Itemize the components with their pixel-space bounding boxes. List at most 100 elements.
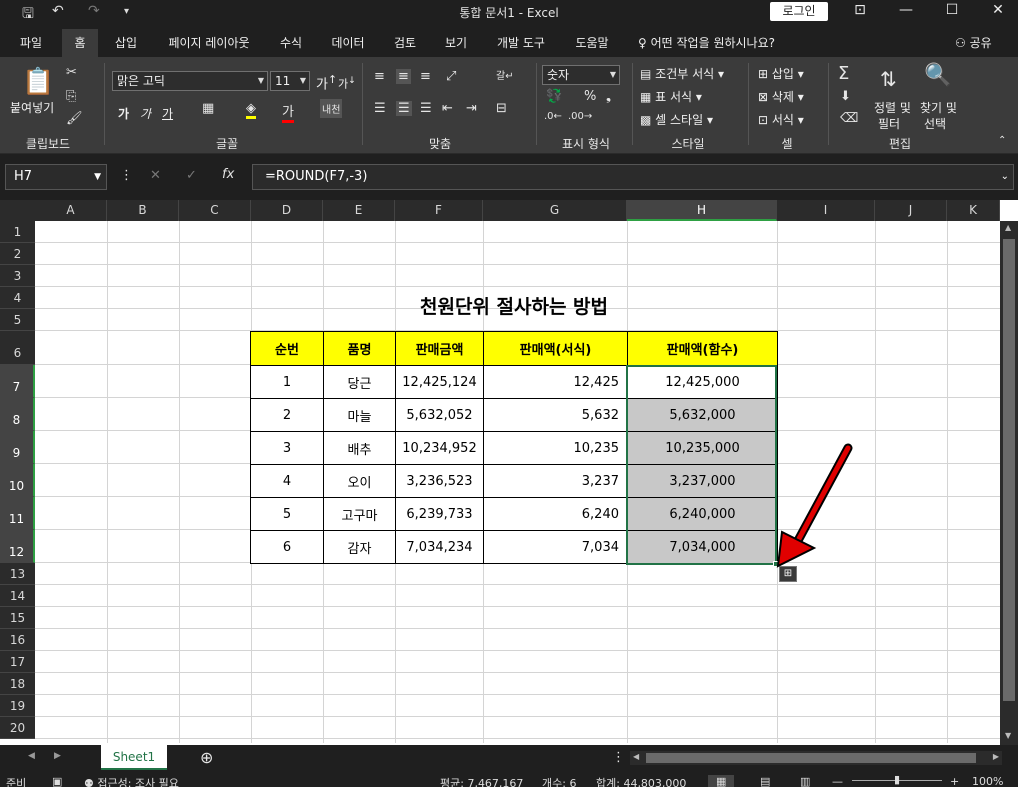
sort-filter-button[interactable]: 정렬 및	[874, 99, 911, 116]
insert-function-icon[interactable]: fx	[222, 167, 234, 182]
column-header-f[interactable]: F	[395, 200, 483, 221]
row-header[interactable]: 2	[0, 243, 35, 265]
cut-icon[interactable]: ✂	[66, 65, 77, 80]
align-bottom-icon[interactable]: ≡	[420, 69, 431, 84]
format-as-table-button[interactable]: ▦ 표 서식 ▾	[640, 88, 702, 105]
minimize-icon[interactable]: —	[886, 2, 926, 18]
more-icon[interactable]: ⋮	[120, 168, 133, 183]
row-header[interactable]: 15	[0, 607, 35, 629]
table-header-item[interactable]: 품명	[323, 331, 396, 366]
tab-data[interactable]: 데이터	[321, 29, 375, 57]
column-header-c[interactable]: C	[179, 200, 251, 221]
table-cell[interactable]: 감자	[323, 530, 396, 564]
paste-icon[interactable]: 📋	[22, 67, 54, 97]
row-header[interactable]: 5	[0, 309, 35, 331]
close-icon[interactable]: ✕	[978, 2, 1018, 18]
fill-color-icon[interactable]: ◈	[246, 101, 256, 119]
row-header[interactable]: 4	[0, 287, 35, 309]
row-header[interactable]: 19	[0, 695, 35, 717]
share-button[interactable]: ⚇ 공유	[955, 29, 992, 57]
sheet-tab-sheet1[interactable]: Sheet1	[101, 745, 167, 770]
tab-help[interactable]: 도움말	[564, 29, 620, 57]
select-all-corner[interactable]	[0, 200, 35, 221]
scroll-down-icon[interactable]: ▼	[1005, 731, 1011, 740]
column-header-j[interactable]: J	[875, 200, 947, 221]
formula-input[interactable]: =ROUND(F7,-3) ⌄	[252, 164, 1014, 190]
increase-font-icon[interactable]: 가↑	[316, 73, 337, 92]
row-header[interactable]: 7	[0, 365, 35, 398]
sort-filter-icon[interactable]: ⇅	[880, 67, 897, 91]
bold-button[interactable]: 가	[118, 105, 129, 122]
page-break-view-icon[interactable]: ▥	[800, 775, 810, 787]
row-header[interactable]: 6	[0, 331, 35, 365]
format-painter-icon[interactable]: 🖌	[66, 111, 83, 126]
column-header-g[interactable]: G	[483, 200, 627, 221]
phonetic-icon[interactable]: 내천	[320, 99, 343, 118]
tab-view[interactable]: 보기	[435, 29, 477, 57]
tab-file[interactable]: 파일	[8, 29, 54, 57]
merge-center-icon[interactable]: ⊟	[496, 101, 507, 116]
underline-button[interactable]: 가	[162, 105, 173, 122]
autosum-icon[interactable]: Σ	[838, 63, 849, 84]
font-color-icon[interactable]: 가	[282, 101, 294, 123]
table-cell[interactable]: 5,632,000	[627, 398, 778, 432]
table-cell[interactable]: 3,237	[483, 464, 628, 498]
number-format-select[interactable]: 숫자 ▼	[542, 65, 620, 85]
table-header-sales[interactable]: 판매금액	[395, 331, 484, 366]
italic-button[interactable]: 가	[140, 105, 151, 122]
column-header-k[interactable]: K	[947, 200, 1000, 221]
paste-button[interactable]: 붙여넣기	[10, 99, 54, 116]
font-name-select[interactable]: 맑은 고딕 ▼	[112, 71, 268, 91]
row-header[interactable]: 8	[0, 398, 35, 431]
scroll-thumb[interactable]	[646, 753, 976, 763]
tab-formulas[interactable]: 수식	[270, 29, 312, 57]
login-button[interactable]: 로그인	[770, 2, 828, 21]
conditional-formatting-button[interactable]: ▤ 조건부 서식 ▾	[640, 65, 724, 82]
tell-me-search[interactable]: ♀ 어떤 작업을 원하시나요?	[638, 29, 775, 57]
cancel-icon[interactable]: ✕	[150, 168, 161, 183]
row-header[interactable]: 14	[0, 585, 35, 607]
table-cell[interactable]: 4	[250, 464, 324, 498]
increase-indent-icon[interactable]: ⇥	[466, 101, 477, 116]
table-cell[interactable]: 배추	[323, 431, 396, 465]
table-cell[interactable]: 5,632	[483, 398, 628, 432]
row-header[interactable]: 3	[0, 265, 35, 287]
row-header[interactable]: 9	[0, 431, 35, 464]
comma-style-icon[interactable]: ❟	[606, 89, 611, 104]
normal-view-icon[interactable]: ▦	[708, 775, 735, 787]
table-cell[interactable]: 6,239,733	[395, 497, 484, 531]
borders-icon[interactable]: ▦	[202, 101, 214, 116]
table-cell[interactable]: 3,237,000	[627, 464, 778, 498]
scroll-thumb[interactable]	[1003, 239, 1015, 701]
table-cell[interactable]: 6,240	[483, 497, 628, 531]
scroll-up-icon[interactable]: ▲	[1005, 223, 1011, 232]
zoom-in-icon[interactable]: +	[950, 775, 959, 787]
table-cell[interactable]: 10,234,952	[395, 431, 484, 465]
column-header-a[interactable]: A	[35, 200, 107, 221]
insert-cells-button[interactable]: ⊞ 삽입 ▾	[758, 65, 804, 82]
row-header[interactable]: 1	[0, 221, 35, 243]
table-cell[interactable]: 마늘	[323, 398, 396, 432]
maximize-icon[interactable]: ☐	[932, 2, 972, 18]
tab-page-layout[interactable]: 페이지 레이아웃	[155, 29, 263, 57]
next-sheet-icon[interactable]: ▶	[54, 751, 61, 761]
row-header[interactable]: 16	[0, 629, 35, 651]
align-left-icon[interactable]: ☰	[374, 101, 386, 116]
row-header[interactable]: 12	[0, 530, 35, 563]
tab-developer[interactable]: 개발 도구	[486, 29, 556, 57]
table-cell[interactable]: 고구마	[323, 497, 396, 531]
table-cell[interactable]: 10,235	[483, 431, 628, 465]
accessibility-status[interactable]: ⚉ 접근성: 조사 필요	[84, 775, 179, 787]
table-cell[interactable]: 7,034,234	[395, 530, 484, 564]
table-header-no[interactable]: 순번	[250, 331, 324, 366]
delete-cells-button[interactable]: ⊠ 삭제 ▾	[758, 88, 804, 105]
align-top-icon[interactable]: ≡	[374, 69, 385, 84]
split-handle-icon[interactable]: ⋮	[612, 750, 625, 765]
font-size-select[interactable]: 11 ▼	[270, 71, 310, 91]
table-header-sales-format[interactable]: 판매액(서식)	[483, 331, 628, 366]
table-cell[interactable]: 6	[250, 530, 324, 564]
format-cells-button[interactable]: ⊡ 서식 ▾	[758, 111, 804, 128]
orientation-icon[interactable]: ⤢	[446, 69, 456, 84]
zoom-out-icon[interactable]: —	[832, 775, 843, 787]
row-header[interactable]: 13	[0, 563, 35, 585]
